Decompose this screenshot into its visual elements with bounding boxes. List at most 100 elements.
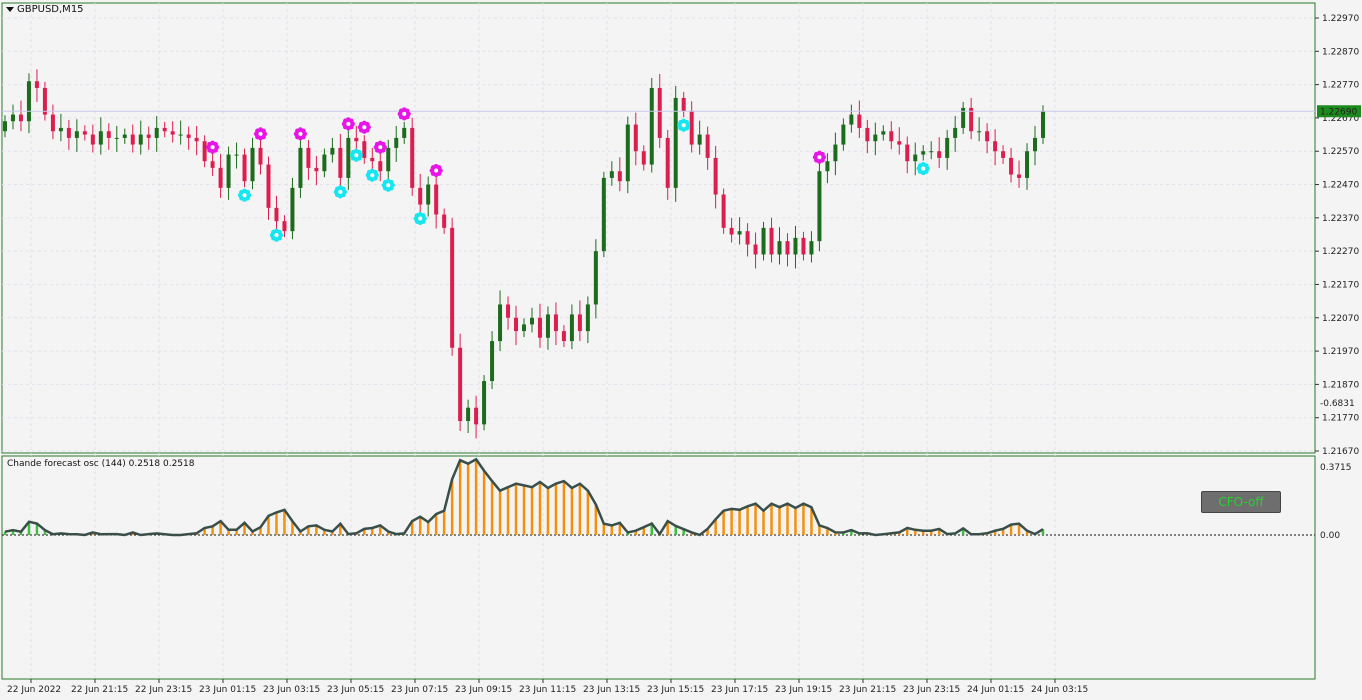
candle-body (729, 227, 734, 235)
candle-body (66, 127, 71, 138)
candle-body (426, 184, 431, 205)
sell-signal-icon (373, 140, 387, 154)
sell-signal-icon-center (817, 155, 822, 160)
candle-body (721, 194, 726, 228)
candle-body (186, 134, 191, 138)
candle-body (146, 134, 151, 138)
price-tick-label: 1.22970 (1322, 14, 1359, 24)
candle-body (865, 127, 870, 142)
candle-body (290, 187, 295, 232)
candle-body (801, 237, 806, 255)
candle-body (833, 144, 838, 162)
candle-body (953, 127, 958, 138)
price-pane[interactable] (1, 2, 1316, 454)
candle-body (210, 161, 215, 168)
candle-body (1041, 111, 1045, 138)
candle-body (514, 317, 519, 332)
collapse-triangle-icon[interactable] (6, 7, 14, 12)
chart-canvas[interactable]: 1.229701.228701.227701.226701.225701.224… (0, 0, 1362, 700)
osc-tick-label: 0.00 (1320, 531, 1340, 541)
price-tick-label: 1.22270 (1322, 247, 1359, 257)
candle-body (905, 144, 910, 162)
buy-signal-icon (269, 228, 284, 242)
candle-body (378, 161, 383, 172)
candle-body (697, 134, 702, 145)
candle-body (226, 154, 231, 188)
symbol-title: GBPUSD,M15 (6, 4, 84, 15)
candle-body (450, 227, 455, 348)
time-tick-label: 22 Jun 23:15 (135, 685, 192, 695)
sell-signal-icon-center (378, 145, 383, 150)
candle-body (394, 137, 399, 148)
candle-body (322, 154, 327, 172)
candle-body (194, 137, 199, 142)
candle-body (258, 147, 263, 165)
candle-body (553, 314, 558, 332)
candle-body (26, 81, 31, 122)
buy-signal-icon (365, 168, 379, 182)
price-tick-label: 1.21970 (1322, 347, 1359, 357)
time-tick-label: 23 Jun 15:15 (647, 685, 704, 695)
time-tick-label: 23 Jun 07:15 (391, 685, 448, 695)
candle-body (625, 124, 630, 182)
candle-body (458, 347, 463, 422)
candle-body (138, 134, 143, 145)
sell-signal-icon-center (346, 121, 351, 126)
candle-body (234, 154, 239, 156)
time-tick-label: 24 Jun 03:15 (1031, 685, 1088, 695)
price-tick-label: 1.22170 (1322, 280, 1359, 290)
candle-body (657, 87, 662, 138)
time-tick-label: 23 Jun 21:15 (839, 685, 896, 695)
candle-body (561, 331, 566, 342)
candle-body (577, 314, 582, 332)
candle-body (753, 244, 758, 255)
candle-body (178, 134, 183, 136)
candle-body (1001, 151, 1006, 158)
oscillator-pane[interactable] (1, 455, 1316, 680)
buy-signal-icon (333, 185, 347, 199)
candle-body (122, 134, 127, 138)
time-tick-label: 23 Jun 09:15 (455, 685, 512, 695)
candle-body (737, 231, 742, 235)
candle-body (569, 314, 574, 342)
price-tick-label: 1.22770 (1322, 81, 1359, 91)
price-tick-label: 1.21870 (1322, 380, 1359, 390)
candle-body (162, 127, 167, 132)
candle-body (474, 407, 479, 425)
candle-body (106, 131, 111, 138)
price-tick-label: 1.22870 (1322, 47, 1359, 57)
sell-signal-icon (812, 150, 827, 164)
osc-tick-label: 0.3715 (1320, 463, 1352, 473)
sell-signal-icon (429, 163, 443, 178)
candle-body (498, 304, 503, 342)
candle-body (985, 131, 990, 142)
osc-tick-label: -0.6831 (1320, 399, 1355, 409)
candle-body (945, 137, 950, 158)
candle-body (689, 111, 694, 145)
time-tick-label: 22 Jun 2022 (7, 685, 61, 695)
candle-body (937, 151, 942, 158)
buy-signal-icon-center (681, 123, 686, 128)
symbol-title-text: GBPUSD,M15 (17, 4, 84, 15)
current-price-label: 1.22690 (1320, 107, 1357, 117)
candle-body (10, 114, 15, 122)
sell-signal-icon-center (210, 145, 215, 150)
candle-body (42, 87, 47, 115)
buy-signal-icon (413, 211, 427, 226)
sell-signal-icon (357, 120, 371, 134)
candle-body (825, 161, 830, 172)
candle-body (1017, 174, 1022, 178)
price-tick-label: 1.22370 (1322, 214, 1359, 224)
candle-body (817, 171, 822, 242)
candle-body (338, 147, 343, 178)
candle-body (769, 227, 774, 255)
candle-body (242, 154, 247, 182)
candle-body (929, 151, 934, 153)
buy-signal-icon (349, 148, 363, 162)
cfo-toggle-button[interactable]: CFO-off (1201, 491, 1281, 513)
candle-body (34, 81, 39, 88)
candle-body (1025, 151, 1030, 178)
chart-window[interactable]: 1.22970 1.22870 1.22770 1.22670 1.22570 1.224… (0, 0, 1362, 700)
candle-body (306, 147, 311, 168)
price-tick-label: 1.21770 (1322, 414, 1359, 424)
